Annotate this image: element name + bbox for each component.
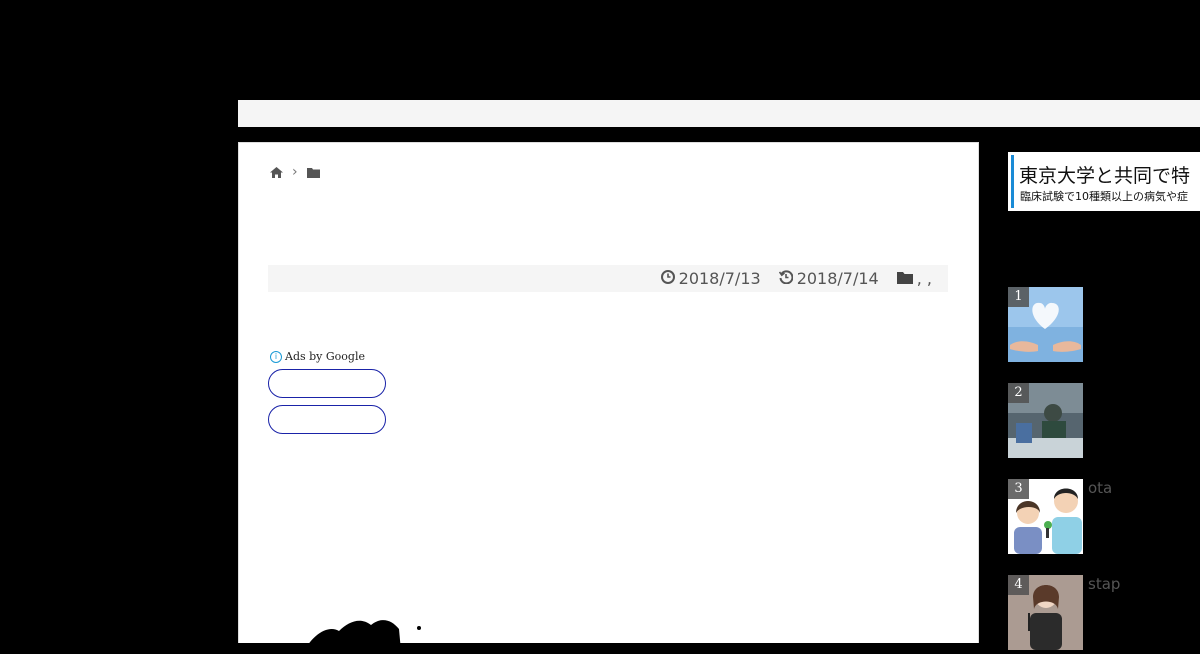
ranking-thumbnail[interactable]: 4 (1008, 575, 1083, 650)
ranking-thumbnail[interactable]: 3 (1008, 479, 1083, 554)
banner-subtext: 臨床試験で10種類以上の病気や症 (1020, 190, 1188, 203)
published-date-text: 2018/7/13 (678, 269, 761, 288)
top-nav-bar (238, 100, 1200, 127)
home-icon[interactable] (270, 166, 283, 178)
post-meta-bar: 2018/7/13 2018/7/14 , , (268, 265, 948, 292)
history-icon (778, 269, 794, 288)
article-card: › 2018/7/13 2018/7/14 , , i Ads by Googl… (238, 142, 979, 651)
breadcrumb-separator: › (292, 164, 298, 180)
published-date: 2018/7/13 (660, 269, 761, 288)
folder-icon (896, 269, 913, 288)
ranking-title[interactable]: stap (1088, 575, 1120, 593)
sidebar-ad-banner[interactable]: 東京大学と共同で特 臨床試験で10種類以上の病気や症 (1008, 152, 1200, 211)
ranking-thumbnail[interactable]: 2 (1008, 383, 1083, 458)
breadcrumb: › (270, 164, 320, 180)
ads-by-google-label[interactable]: i Ads by Google (270, 350, 365, 363)
article-illustration (304, 620, 421, 651)
updated-date: 2018/7/14 (778, 269, 879, 288)
banner-headline: 東京大学と共同で特 (1019, 165, 1191, 187)
rank-badge: 2 (1008, 383, 1029, 403)
rank-badge: 3 (1008, 479, 1029, 499)
info-icon[interactable]: i (270, 350, 282, 363)
rank-badge: 4 (1008, 575, 1029, 595)
category-links[interactable]: , , (917, 269, 932, 288)
ads-label-text: Ads by Google (285, 350, 365, 363)
folder-icon[interactable] (306, 167, 320, 178)
ad-link-button-2[interactable] (268, 405, 386, 434)
ad-link-button-1[interactable] (268, 369, 386, 398)
ranking-title[interactable]: ota (1088, 479, 1112, 497)
updated-date-text: 2018/7/14 (796, 269, 879, 288)
rank-badge: 1 (1008, 287, 1029, 307)
ranking-thumbnail[interactable]: 1 (1008, 287, 1083, 362)
clock-icon (660, 269, 675, 288)
banner-accent-bar (1011, 155, 1014, 208)
post-categories: , , (896, 269, 932, 288)
